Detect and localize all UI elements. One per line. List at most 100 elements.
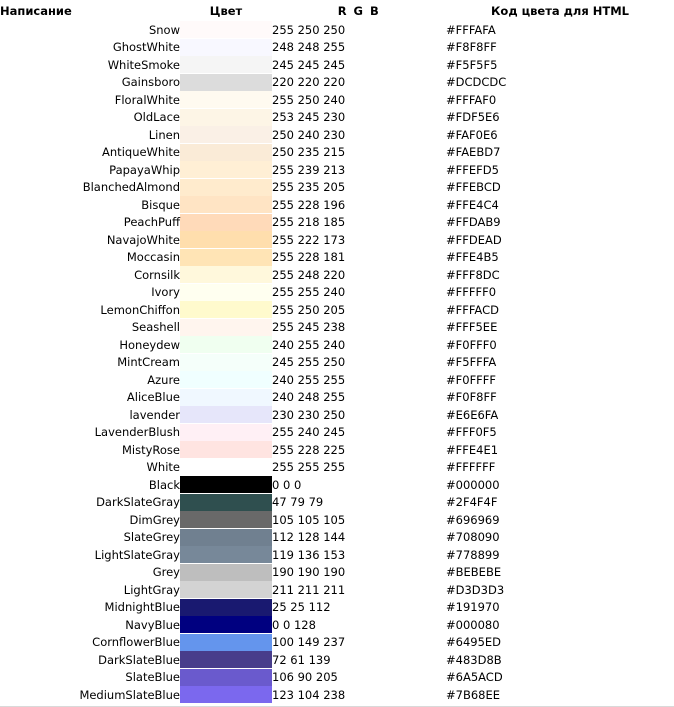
hex-code-cell: #FFE4B5	[446, 250, 499, 265]
table-row: SlateBlue 106 90 205 #6A5ACD	[0, 668, 674, 687]
color-name-cell: DarkSlateGray	[96, 495, 180, 510]
color-swatch-cell	[180, 371, 272, 389]
table-row: CornflowerBlue 100 149 237 #6495ED	[0, 633, 674, 652]
color-swatch-cell	[180, 353, 272, 372]
color-swatch-cell	[180, 441, 272, 459]
rgb-value-cell: 105 105 105	[272, 512, 346, 527]
hex-code-cell: #6A5ACD	[446, 670, 503, 685]
hex-code-cell: #6495ED	[446, 635, 502, 650]
rgb-value-cell: 255 250 240	[272, 92, 346, 107]
color-name-cell: SlateGrey	[123, 530, 180, 545]
hex-code-cell: #7B68EE	[446, 687, 501, 702]
rgb-value-cell: 255 218 185	[272, 215, 346, 230]
rgb-value-cell: 250 235 215	[272, 145, 346, 160]
color-swatch-cell	[180, 651, 272, 669]
color-swatch	[180, 493, 272, 511]
rgb-value-cell: 240 248 255	[272, 390, 346, 405]
color-swatch	[180, 126, 272, 144]
color-name-cell: AliceBlue	[126, 390, 180, 405]
hex-code-cell: #FFEFD5	[446, 162, 499, 177]
color-swatch	[180, 371, 272, 389]
table-row: White 255 255 255 #FFFFFF	[0, 458, 674, 477]
column-header-color: Цвет	[209, 3, 243, 18]
color-swatch-cell	[180, 108, 272, 127]
color-swatch-cell	[180, 528, 272, 547]
color-name-cell: Cornsilk	[134, 267, 180, 282]
table-row: Black 0 0 0 #000000	[0, 476, 674, 494]
color-swatch-cell	[180, 388, 272, 407]
color-name-cell: Grey	[152, 565, 180, 580]
rgb-value-cell: 255 240 245	[272, 425, 346, 440]
rgb-value-cell: 240 255 240	[272, 337, 346, 352]
color-swatch-cell	[180, 283, 272, 302]
color-swatch-cell	[180, 73, 272, 92]
color-swatch	[180, 178, 272, 196]
color-swatch	[180, 476, 272, 494]
color-swatch-cell	[180, 633, 272, 652]
color-swatch-cell	[180, 91, 272, 109]
hex-code-cell: #E6E6FA	[446, 407, 499, 422]
hex-code-cell: #778899	[446, 547, 500, 562]
color-name-cell: DarkSlateBlue	[98, 652, 180, 667]
rgb-value-cell: 255 222 173	[272, 232, 346, 247]
hex-code-cell: #FFFAF0	[446, 92, 497, 107]
color-swatch	[180, 511, 272, 529]
color-name-cell: AntiqueWhite	[102, 145, 180, 160]
color-swatch-cell	[180, 336, 272, 354]
hex-code-cell: #483D8B	[446, 652, 502, 667]
color-swatch	[180, 38, 272, 56]
rgb-value-cell: 255 235 205	[272, 180, 346, 195]
color-swatch-cell	[180, 56, 272, 74]
color-swatch	[180, 546, 272, 564]
hex-code-cell: #FFFAFA	[446, 22, 496, 37]
color-swatch	[180, 423, 272, 441]
hex-code-cell: #BEBEBE	[446, 565, 502, 580]
table-row: Snow 255 250 250 #FFFAFA	[0, 21, 674, 39]
hex-code-cell: #FFF8DC	[446, 267, 500, 282]
table-row: LightGray 211 211 211 #D3D3D3	[0, 581, 674, 599]
color-swatch	[180, 21, 272, 39]
table-row: Azure 240 255 255 #F0FFFF	[0, 371, 674, 389]
rgb-value-cell: 255 255 240	[272, 285, 346, 300]
table-row: MidnightBlue 25 25 112 #191970	[0, 598, 674, 617]
table-row: DimGrey 105 105 105 #696969	[0, 511, 674, 529]
hex-code-cell: #F0FFFF	[446, 372, 497, 387]
color-swatch	[180, 318, 272, 336]
color-swatch-cell	[180, 161, 272, 179]
color-name-cell: SlateBlue	[125, 670, 180, 685]
color-name-cell: Honeydew	[119, 337, 180, 352]
color-name-cell: BlanchedAlmond	[82, 180, 180, 195]
table-row: SlateGrey 112 128 144 #708090	[0, 528, 674, 547]
color-swatch-cell	[180, 668, 272, 687]
color-swatch-cell	[180, 598, 272, 617]
hex-code-cell: #F5FFFA	[446, 355, 497, 370]
hex-code-cell: #F0F8FF	[446, 390, 497, 405]
color-name-cell: Seashell	[131, 320, 180, 335]
header-row: Написание Цвет R G B Код цвета для HTML	[0, 0, 674, 21]
table-row: Cornsilk 255 248 220 #FFF8DC	[0, 266, 674, 284]
hex-code-cell: #FFDEAD	[446, 232, 502, 247]
color-swatch	[180, 353, 272, 371]
color-swatch	[180, 196, 272, 214]
table-row: MediumSlateBlue 123 104 238 #7B68EE	[0, 686, 674, 704]
color-swatch-cell	[180, 126, 272, 144]
table-row: MistyRose 255 228 225 #FFE4E1	[0, 441, 674, 459]
table-body: Snow 255 250 250 #FFFAFA GhostWhite 248 248 …	[0, 21, 674, 704]
color-name-cell: PapayaWhip	[109, 162, 180, 177]
color-swatch-cell	[180, 143, 272, 162]
rgb-value-cell: 248 248 255	[272, 40, 346, 55]
color-name-cell: lavender	[129, 407, 180, 422]
table-row: Moccasin 255 228 181 #FFE4B5	[0, 248, 674, 267]
table-row: OldLace 253 245 230 #FDF5E6	[0, 108, 674, 127]
hex-code-cell: #FAF0E6	[446, 127, 498, 142]
color-swatch-cell	[180, 563, 272, 582]
color-swatch	[180, 388, 272, 406]
table-row: Honeydew 240 255 240 #F0FFF0	[0, 336, 674, 354]
color-name-cell: Moccasin	[126, 250, 180, 265]
color-swatch	[180, 248, 272, 266]
rgb-value-cell: 230 230 250	[272, 407, 346, 422]
hex-code-cell: #FFFFF0	[446, 285, 497, 300]
color-swatch	[180, 73, 272, 91]
table-row: DarkSlateGray 47 79 79 #2F4F4F	[0, 493, 674, 512]
hex-code-cell: #D3D3D3	[446, 582, 505, 597]
